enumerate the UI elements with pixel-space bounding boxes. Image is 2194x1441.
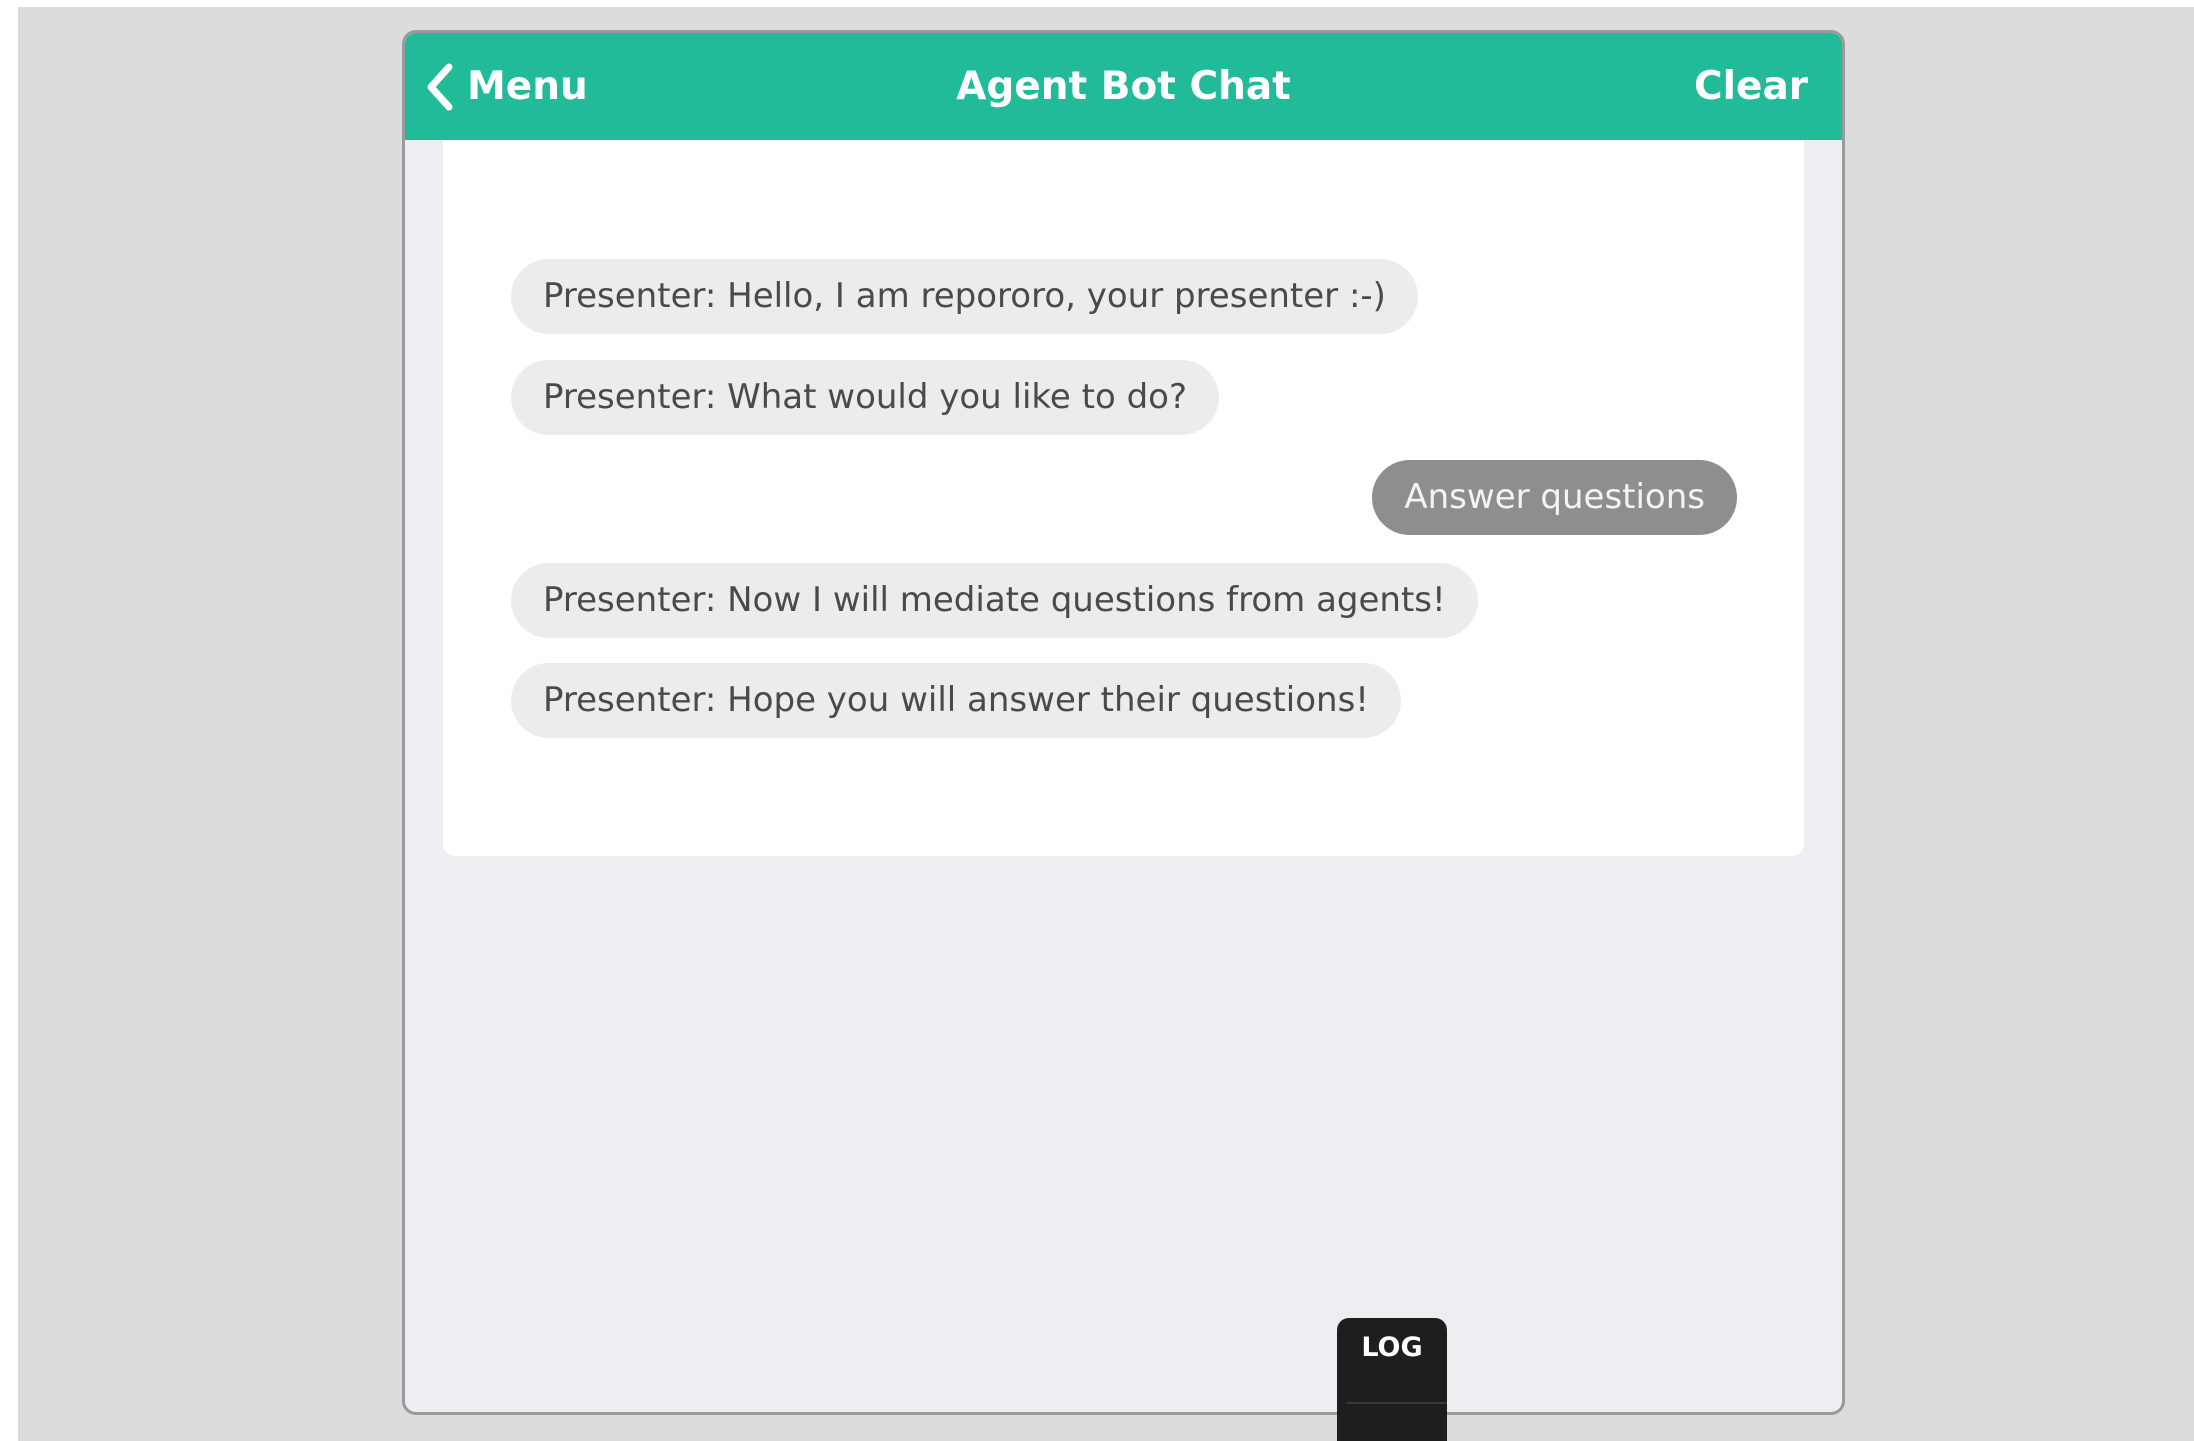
bot-message: Presenter: Now I will mediate questions … [511, 563, 1478, 638]
menu-back-button[interactable]: Menu [425, 33, 588, 140]
menu-label: Menu [467, 64, 588, 109]
log-tab-divider [1347, 1402, 1447, 1404]
user-message: Answer questions [1372, 460, 1737, 535]
chat-message-list: Presenter: Hello, I am repororo, your pr… [443, 140, 1804, 856]
bot-message: Presenter: What would you like to do? [511, 360, 1220, 435]
log-tab-button[interactable]: LOG [1337, 1318, 1447, 1441]
bot-message: Presenter: Hope you will answer their qu… [511, 663, 1401, 738]
page-title: Agent Bot Chat [956, 64, 1291, 109]
chevron-left-icon [425, 63, 455, 111]
clear-button[interactable]: Clear [1694, 33, 1808, 140]
bot-message: Presenter: Hello, I am repororo, your pr… [511, 259, 1418, 334]
log-tab-label: LOG [1361, 1332, 1423, 1363]
chat-window: Menu Agent Bot Chat Clear Presenter: Hel… [402, 30, 1845, 1415]
navbar: Menu Agent Bot Chat Clear [405, 33, 1842, 140]
